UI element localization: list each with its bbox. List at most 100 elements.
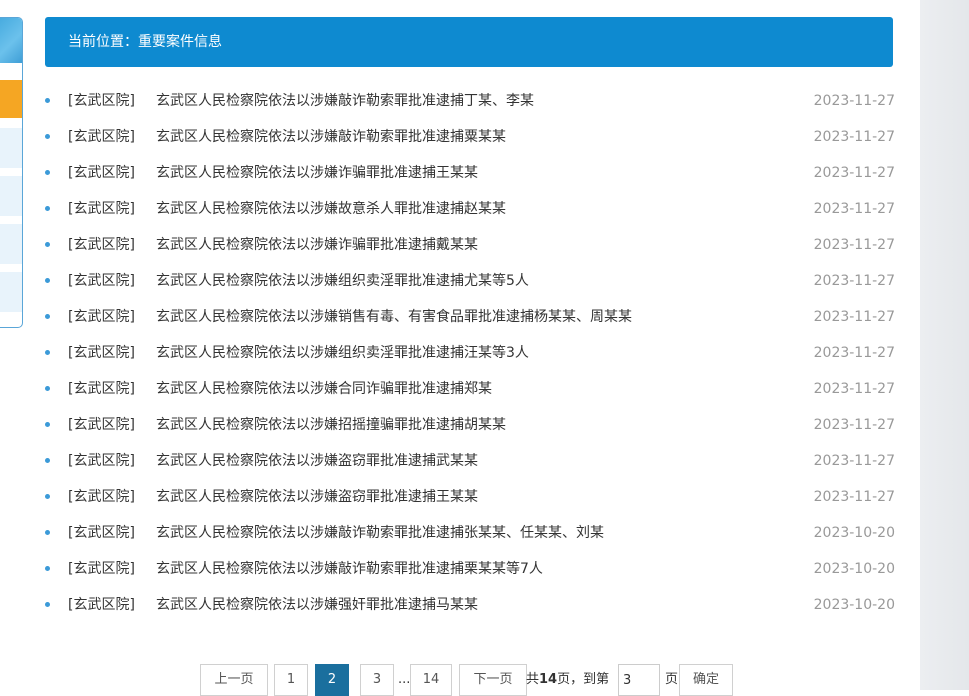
item-title-link[interactable]: 玄武区人民检察院依法以涉嫌强奸罪批准逮捕马某某 — [156, 587, 478, 623]
item-date: 2023-11-27 — [813, 93, 895, 109]
item-date: 2023-11-27 — [813, 165, 895, 181]
bullet-icon — [45, 458, 50, 463]
page-2-button[interactable]: 2 — [315, 664, 349, 696]
sidebar-item[interactable] — [0, 224, 22, 264]
item-source: [玄武区院] — [68, 129, 135, 145]
bullet-icon — [45, 98, 50, 103]
item-source: [玄武区院] — [68, 273, 135, 289]
item-date: 2023-11-27 — [813, 201, 895, 217]
item-date: 2023-11-27 — [813, 453, 895, 469]
item-date: 2023-11-27 — [813, 309, 895, 325]
item-source: [玄武区院] — [68, 93, 135, 109]
item-title-link[interactable]: 玄武区人民检察院依法以涉嫌招摇撞骗罪批准逮捕胡某某 — [156, 407, 506, 443]
item-source: [玄武区院] — [68, 309, 135, 325]
list-item[interactable]: [玄武区院] 玄武区人民检察院依法以涉嫌盗窃罪批准逮捕王某某 2023-11-2… — [45, 479, 895, 515]
total-pages-text: 共14页，到第 — [526, 664, 609, 696]
item-title-link[interactable]: 玄武区人民检察院依法以涉嫌组织卖淫罪批准逮捕尤某等5人 — [156, 263, 529, 299]
item-title-link[interactable]: 玄武区人民检察院依法以涉嫌诈骗罪批准逮捕王某某 — [156, 155, 478, 191]
case-list: [玄武区院] 玄武区人民检察院依法以涉嫌敲诈勒索罪批准逮捕丁某、李某 2023-… — [45, 83, 895, 623]
prev-page-button[interactable]: 上一页 — [200, 664, 268, 696]
goto-page-input[interactable] — [618, 664, 660, 696]
bullet-icon — [45, 350, 50, 355]
item-date: 2023-11-27 — [813, 129, 895, 145]
list-item[interactable]: [玄武区院] 玄武区人民检察院依法以涉嫌诈骗罪批准逮捕戴某某 2023-11-2… — [45, 227, 895, 263]
item-source: [玄武区院] — [68, 237, 135, 253]
bullet-icon — [45, 566, 50, 571]
list-item[interactable]: [玄武区院] 玄武区人民检察院依法以涉嫌敲诈勒索罪批准逮捕丁某、李某 2023-… — [45, 83, 895, 119]
list-item[interactable]: [玄武区院] 玄武区人民检察院依法以涉嫌销售有毒、有害食品罪批准逮捕杨某某、周某… — [45, 299, 895, 335]
item-source: [玄武区院] — [68, 561, 135, 577]
location-header: 当前位置：重要案件信息 — [45, 17, 893, 67]
right-gutter — [920, 0, 969, 690]
list-item[interactable]: [玄武区院] 玄武区人民检察院依法以涉嫌敲诈勒索罪批准逮捕粟某某 2023-11… — [45, 119, 895, 155]
item-title-link[interactable]: 玄武区人民检察院依法以涉嫌合同诈骗罪批准逮捕郑某 — [156, 371, 492, 407]
list-item[interactable]: [玄武区院] 玄武区人民检察院依法以涉嫌组织卖淫罪批准逮捕尤某等5人 2023-… — [45, 263, 895, 299]
list-item[interactable]: [玄武区院] 玄武区人民检察院依法以涉嫌合同诈骗罪批准逮捕郑某 2023-11-… — [45, 371, 895, 407]
item-date: 2023-10-20 — [813, 561, 895, 577]
next-page-button[interactable]: 下一页 — [459, 664, 527, 696]
item-date: 2023-11-27 — [813, 417, 895, 433]
list-item[interactable]: [玄武区院] 玄武区人民检察院依法以涉嫌故意杀人罪批准逮捕赵某某 2023-11… — [45, 191, 895, 227]
sidebar-banner — [0, 18, 22, 63]
item-source: [玄武区院] — [68, 417, 135, 433]
item-title-link[interactable]: 玄武区人民检察院依法以涉嫌盗窃罪批准逮捕武某某 — [156, 443, 478, 479]
total-prefix: 共 — [526, 672, 540, 687]
bullet-icon — [45, 206, 50, 211]
page-last-button[interactable]: 14 — [410, 664, 452, 696]
sidebar-item-active[interactable] — [0, 80, 22, 118]
bullet-icon — [45, 170, 50, 175]
item-date: 2023-11-27 — [813, 237, 895, 253]
list-item[interactable]: [玄武区院] 玄武区人民检察院依法以涉嫌诈骗罪批准逮捕王某某 2023-11-2… — [45, 155, 895, 191]
item-source: [玄武区院] — [68, 453, 135, 469]
list-item[interactable]: [玄武区院] 玄武区人民检察院依法以涉嫌组织卖淫罪批准逮捕汪某等3人 2023-… — [45, 335, 895, 371]
bullet-icon — [45, 422, 50, 427]
bullet-icon — [45, 134, 50, 139]
total-pages-count: 14 — [539, 672, 558, 687]
bullet-icon — [45, 278, 50, 283]
item-source: [玄武区院] — [68, 525, 135, 541]
item-title-link[interactable]: 玄武区人民检察院依法以涉嫌盗窃罪批准逮捕王某某 — [156, 479, 478, 515]
item-source: [玄武区院] — [68, 165, 135, 181]
item-source: [玄武区院] — [68, 597, 135, 613]
item-title-link[interactable]: 玄武区人民检察院依法以涉嫌故意杀人罪批准逮捕赵某某 — [156, 191, 506, 227]
breadcrumb: 当前位置：重要案件信息 — [68, 34, 222, 50]
item-title-link[interactable]: 玄武区人民检察院依法以涉嫌诈骗罪批准逮捕戴某某 — [156, 227, 478, 263]
bullet-icon — [45, 530, 50, 535]
left-sidebar — [0, 17, 23, 328]
item-title-link[interactable]: 玄武区人民检察院依法以涉嫌敲诈勒索罪批准逮捕粟某某 — [156, 119, 506, 155]
item-title-link[interactable]: 玄武区人民检察院依法以涉嫌敲诈勒索罪批准逮捕丁某、李某 — [156, 83, 534, 119]
bullet-icon — [45, 242, 50, 247]
bullet-icon — [45, 314, 50, 319]
list-item[interactable]: [玄武区院] 玄武区人民检察院依法以涉嫌盗窃罪批准逮捕武某某 2023-11-2… — [45, 443, 895, 479]
bullet-icon — [45, 386, 50, 391]
list-item[interactable]: [玄武区院] 玄武区人民检察院依法以涉嫌强奸罪批准逮捕马某某 2023-10-2… — [45, 587, 895, 623]
page-1-button[interactable]: 1 — [274, 664, 308, 696]
item-source: [玄武区院] — [68, 381, 135, 397]
bullet-icon — [45, 602, 50, 607]
item-date: 2023-11-27 — [813, 273, 895, 289]
item-title-link[interactable]: 玄武区人民检察院依法以涉嫌组织卖淫罪批准逮捕汪某等3人 — [156, 335, 529, 371]
sidebar-item[interactable] — [0, 128, 22, 168]
sidebar-item[interactable] — [0, 176, 22, 216]
item-title-link[interactable]: 玄武区人民检察院依法以涉嫌敲诈勒索罪批准逮捕栗某某等7人 — [156, 551, 543, 587]
item-source: [玄武区院] — [68, 201, 135, 217]
item-source: [玄武区院] — [68, 489, 135, 505]
list-item[interactable]: [玄武区院] 玄武区人民检察院依法以涉嫌招摇撞骗罪批准逮捕胡某某 2023-11… — [45, 407, 895, 443]
sidebar-item[interactable] — [0, 272, 22, 312]
page-3-button[interactable]: 3 — [360, 664, 394, 696]
item-date: 2023-10-20 — [813, 525, 895, 541]
item-date: 2023-11-27 — [813, 489, 895, 505]
list-item[interactable]: [玄武区院] 玄武区人民检察院依法以涉嫌敲诈勒索罪批准逮捕张某某、任某某、刘某 … — [45, 515, 895, 551]
item-title-link[interactable]: 玄武区人民检察院依法以涉嫌敲诈勒索罪批准逮捕张某某、任某某、刘某 — [156, 515, 604, 551]
page-unit-label: 页 — [665, 672, 679, 687]
list-item[interactable]: [玄武区院] 玄武区人民检察院依法以涉嫌敲诈勒索罪批准逮捕栗某某等7人 2023… — [45, 551, 895, 587]
item-date: 2023-10-20 — [813, 597, 895, 613]
item-date: 2023-11-27 — [813, 381, 895, 397]
bullet-icon — [45, 494, 50, 499]
item-date: 2023-11-27 — [813, 345, 895, 361]
item-title-link[interactable]: 玄武区人民检察院依法以涉嫌销售有毒、有害食品罪批准逮捕杨某某、周某某 — [156, 299, 632, 335]
item-source: [玄武区院] — [68, 345, 135, 361]
pager-ellipsis: ... — [398, 672, 411, 687]
confirm-button[interactable]: 确定 — [679, 664, 733, 696]
total-suffix: 页，到第 — [557, 672, 610, 687]
